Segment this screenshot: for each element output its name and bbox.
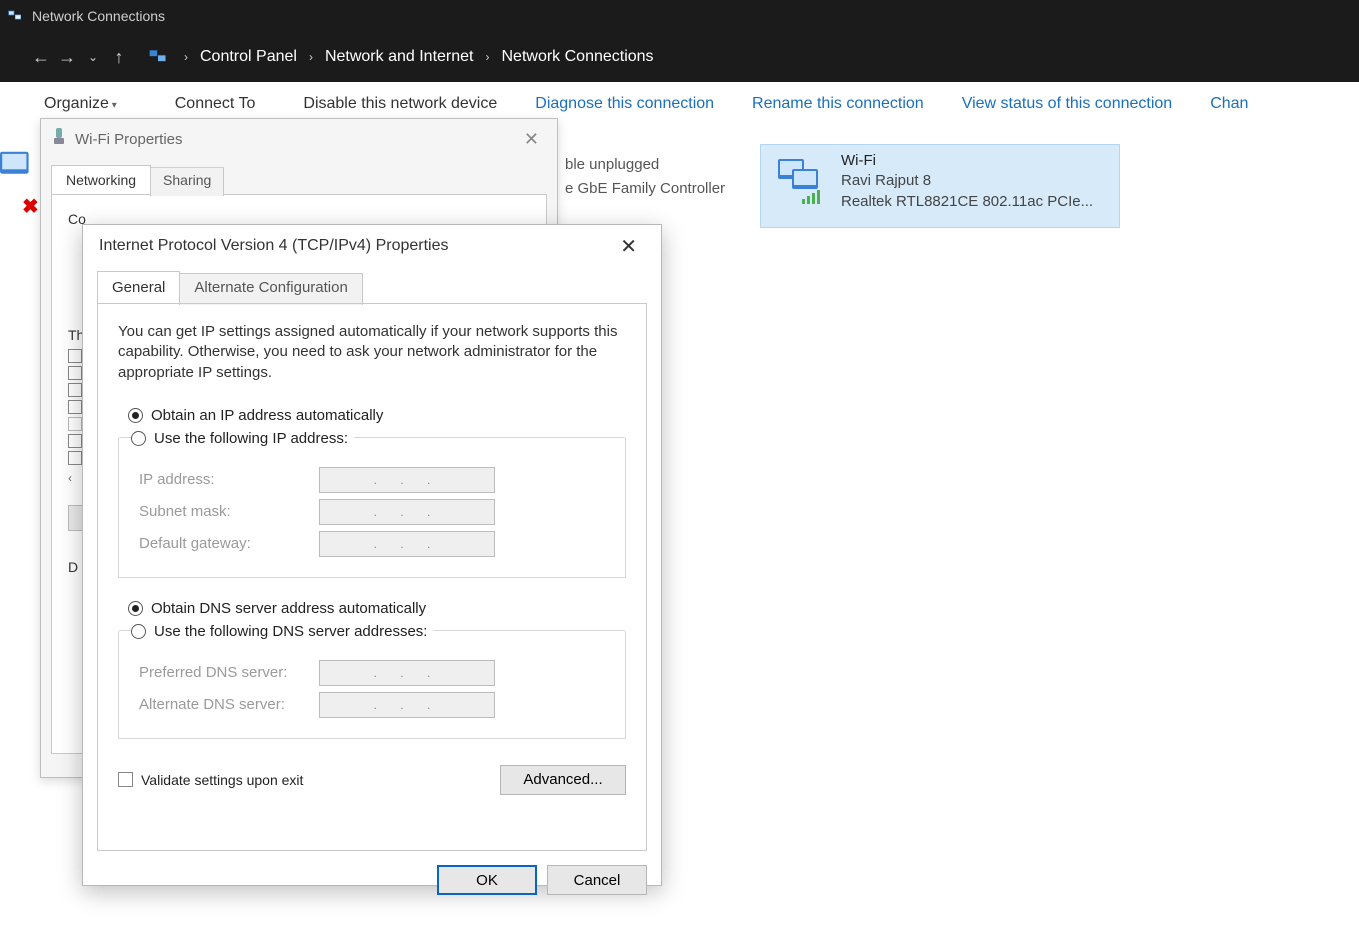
use-dns-label: Use the following DNS server addresses: (154, 623, 427, 640)
adapter-icon (51, 128, 67, 150)
ipv4-properties-dialog: Internet Protocol Version 4 (TCP/IPv4) P… (82, 224, 662, 886)
wifi-tile-text: Wi-Fi Ravi Rajput 8 Realtek RTL8821CE 80… (841, 151, 1093, 212)
preferred-dns-input[interactable]: . . . (319, 660, 495, 686)
breadcrumb-l2[interactable]: Network and Internet (321, 48, 478, 66)
ip-address-label: IP address: (139, 471, 319, 488)
window-title: Network Connections (32, 8, 165, 24)
back-button[interactable]: ← (28, 47, 54, 68)
general-tab[interactable]: General (97, 271, 180, 303)
wifi-adapter: Realtek RTL8821CE 802.11ac PCIe... (841, 192, 1093, 212)
ipv4-tabs: General Alternate Configuration (97, 271, 661, 303)
network-icon (6, 7, 24, 25)
location-icon (148, 47, 168, 67)
change-settings-button-truncated[interactable]: Chan (1196, 95, 1262, 113)
obtain-dns-auto-label: Obtain DNS server address automatically (151, 600, 426, 617)
networking-tab[interactable]: Networking (51, 165, 151, 194)
diagnose-button[interactable]: Diagnose this connection (521, 95, 728, 113)
wifi-tile-icon (771, 151, 831, 211)
wifi-connection-tile[interactable]: Wi-Fi Ravi Rajput 8 Realtek RTL8821CE 80… (760, 144, 1120, 228)
validate-settings-label: Validate settings upon exit (141, 772, 303, 788)
cancel-button[interactable]: Cancel (547, 865, 647, 895)
alternate-configuration-tab[interactable]: Alternate Configuration (179, 273, 362, 305)
history-dropdown[interactable]: ⌄ (80, 50, 106, 64)
breadcrumb-l3[interactable]: Network Connections (497, 48, 657, 66)
default-gateway-label: Default gateway: (139, 535, 319, 552)
subnet-mask-label: Subnet mask: (139, 503, 319, 520)
breadcrumb-separator: › (176, 50, 196, 64)
alternate-dns-input[interactable]: . . . (319, 692, 495, 718)
alternate-dns-label: Alternate DNS server: (139, 696, 319, 713)
breadcrumb-separator: › (301, 50, 321, 64)
breadcrumb-separator: › (477, 50, 497, 64)
validate-settings-checkbox[interactable] (118, 772, 133, 787)
use-ip-radio[interactable] (131, 431, 146, 446)
rename-button[interactable]: Rename this connection (738, 95, 938, 113)
ethernet-disconnected-icon: ✖ (22, 194, 39, 219)
obtain-ip-auto-label: Obtain an IP address automatically (151, 407, 383, 424)
navigation-bar: ← → ⌄ ↑ › Control Panel › Network and In… (0, 32, 1359, 82)
subnet-mask-input[interactable]: . . . (319, 499, 495, 525)
disable-device-button[interactable]: Disable this network device (289, 95, 511, 113)
obtain-dns-auto-radio[interactable] (128, 601, 143, 616)
sharing-tab[interactable]: Sharing (150, 167, 224, 196)
connect-to-button[interactable]: Connect To (161, 95, 270, 113)
ipv4-body: You can get IP settings assigned automat… (97, 303, 647, 851)
obtain-ip-auto-radio[interactable] (128, 408, 143, 423)
use-ip-label: Use the following IP address: (154, 430, 348, 447)
wifi-props-tabs: Networking Sharing (51, 165, 557, 194)
breadcrumb-root[interactable]: Control Panel (196, 48, 301, 66)
use-dns-radio[interactable] (131, 624, 146, 639)
ethernet-tile-icon-partial (0, 146, 44, 189)
wifi-ssid: Ravi Rajput 8 (841, 171, 1093, 191)
preferred-dns-label: Preferred DNS server: (139, 664, 319, 681)
wifi-props-titlebar: Wi-Fi Properties ✕ (41, 119, 557, 159)
up-button[interactable]: ↑ (106, 47, 132, 68)
ethernet-status-partial: ble unplugged (565, 156, 659, 173)
view-status-button[interactable]: View status of this connection (948, 95, 1187, 113)
ipv4-titlebar: Internet Protocol Version 4 (TCP/IPv4) P… (83, 225, 661, 267)
organize-menu[interactable]: Organize (30, 95, 131, 113)
ipv4-close-button[interactable]: ✕ (612, 230, 645, 263)
default-gateway-input[interactable]: . . . (319, 531, 495, 557)
ip-address-input[interactable]: . . . (319, 467, 495, 493)
window-titlebar: Network Connections (0, 0, 1359, 32)
wifi-props-title: Wi-Fi Properties (75, 131, 183, 148)
wifi-name: Wi-Fi (841, 151, 1093, 171)
ipv4-title: Internet Protocol Version 4 (TCP/IPv4) P… (99, 237, 448, 255)
advanced-button[interactable]: Advanced... (500, 765, 626, 795)
wifi-props-close-button[interactable]: ✕ (516, 125, 547, 154)
ipv4-help-text: You can get IP settings assigned automat… (118, 322, 626, 383)
ok-button[interactable]: OK (437, 865, 537, 895)
ipv4-button-row: OK Cancel (83, 865, 661, 909)
ethernet-adapter-partial: e GbE Family Controller (565, 180, 725, 197)
forward-button[interactable]: → (54, 47, 80, 68)
